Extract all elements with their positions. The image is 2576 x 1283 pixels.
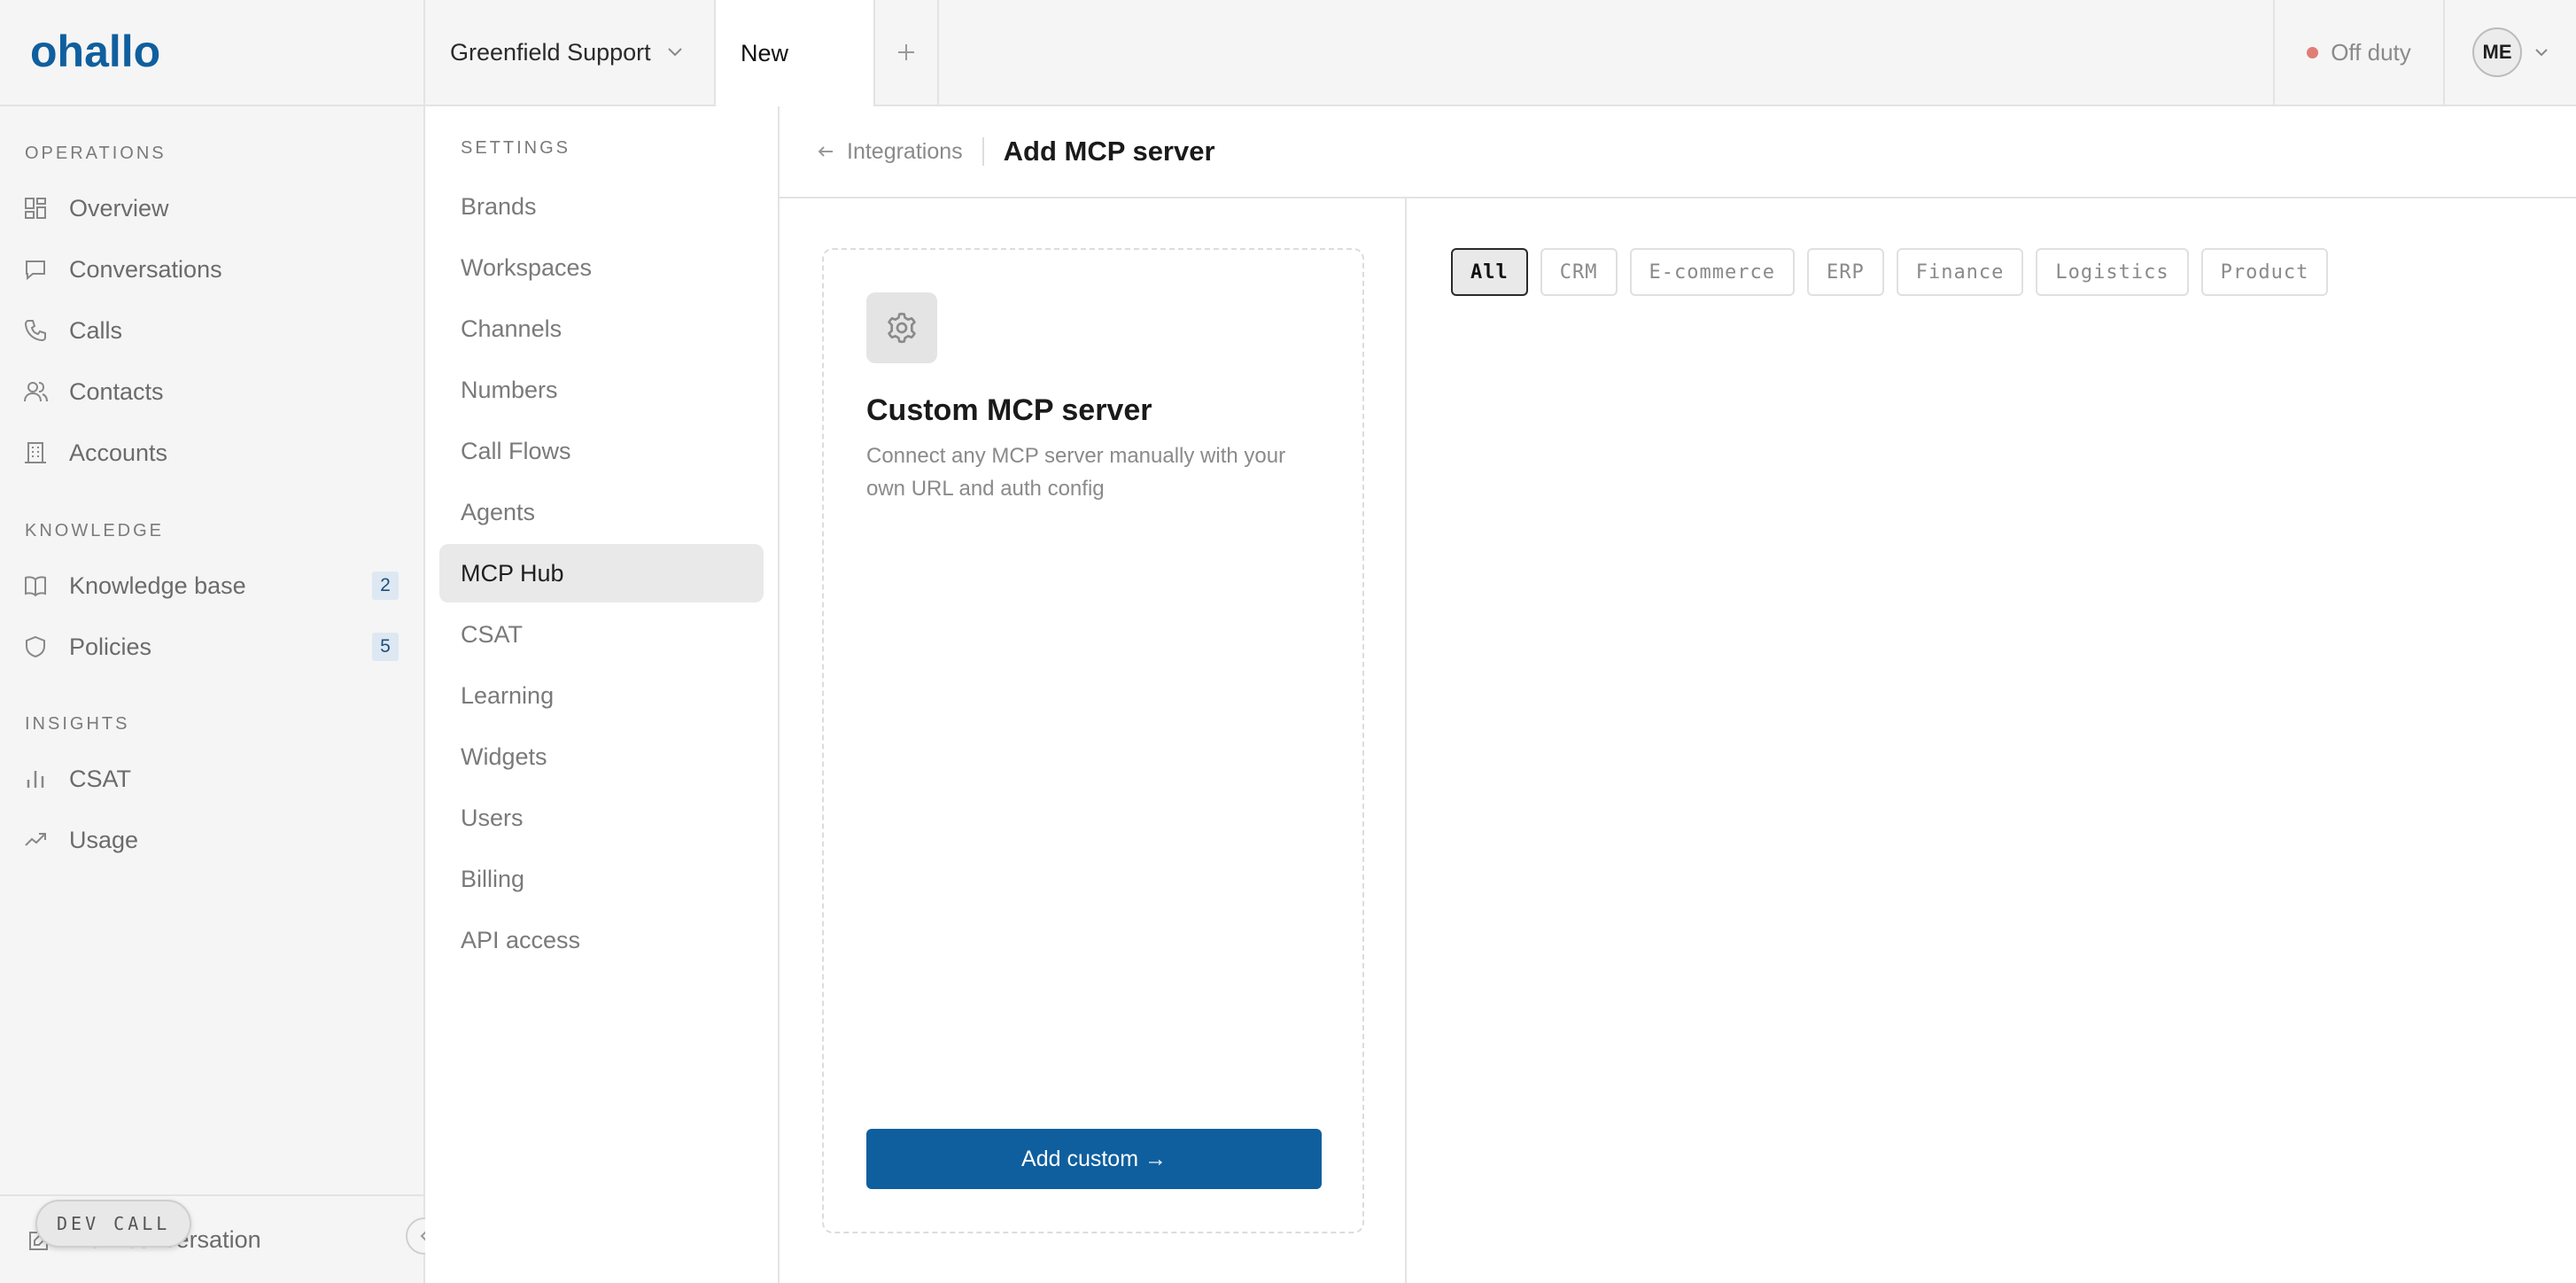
status-toggle[interactable]: Off duty [2273, 0, 2443, 105]
custom-server-pane: Custom MCP server Connect any MCP server… [780, 198, 1407, 1283]
settings-item-widgets[interactable]: Widgets [439, 727, 764, 786]
gear-icon [888, 312, 916, 344]
sidebar-item-usage[interactable]: Usage [0, 813, 423, 867]
filter-logistics[interactable]: Logistics [2036, 248, 2189, 296]
sidebar-footer: New conversation DEV CALL [0, 1194, 423, 1283]
book-icon [25, 576, 46, 597]
bar-chart-icon [27, 771, 44, 788]
settings-item-api-access[interactable]: API access [439, 911, 764, 969]
page-title: Add MCP server [1003, 136, 1215, 167]
filter-product[interactable]: Product [2200, 248, 2329, 296]
count-badge: 5 [372, 633, 399, 661]
sidebar-item-label: Overview [69, 194, 169, 222]
card-description: Connect any MCP server manually with you… [866, 444, 1286, 501]
custom-mcp-card: Custom MCP server Connect any MCP server… [822, 248, 1364, 1233]
avatar: ME [2472, 27, 2522, 77]
chevron-down-icon [667, 48, 682, 57]
breadcrumb-back-label: Integrations [847, 138, 963, 164]
filter-crm[interactable]: CRM [1540, 248, 1618, 296]
back-to-integrations-link[interactable]: Integrations [817, 139, 963, 165]
top-bar-spacer [939, 0, 2273, 105]
settings-item-numbers[interactable]: Numbers [439, 361, 764, 419]
settings-item-users[interactable]: Users [439, 789, 764, 847]
svg-text:ohallo: ohallo [30, 29, 160, 75]
chevron-down-icon [2535, 49, 2548, 57]
settings-item-brands[interactable]: Brands [439, 177, 764, 236]
sidebar-item-label: Policies [69, 633, 152, 660]
shield-icon [26, 635, 45, 658]
sidebar-item-label: Accounts [69, 439, 168, 466]
filter-ecommerce[interactable]: E-commerce [1629, 248, 1795, 296]
section-knowledge: KNOWLEDGE [25, 521, 165, 540]
section-operations: OPERATIONS [25, 144, 167, 163]
settings-item-learning[interactable]: Learning [439, 666, 764, 725]
filter-finance[interactable]: Finance [1896, 248, 2024, 296]
gear-icon-tile [866, 292, 937, 363]
status-dot-icon [2307, 46, 2319, 58]
sidebar-item-policies[interactable]: Policies 5 [0, 620, 423, 673]
settings-item-csat[interactable]: CSAT [439, 605, 764, 664]
sidebar-item-label: Knowledge base [69, 572, 246, 599]
sidebar-item-overview[interactable]: Overview [0, 182, 423, 235]
sidebar-item-contacts[interactable]: Contacts [0, 365, 423, 418]
workspace-name: Greenfield Support [450, 38, 651, 66]
main-content: Integrations Add MCP server Custom MCP s… [780, 106, 2576, 1283]
add-custom-button[interactable]: Add custom → [866, 1129, 1322, 1189]
dev-call-button[interactable]: DEV CALL [35, 1200, 192, 1248]
count-badge: 2 [372, 572, 399, 600]
settings-item-agents[interactable]: Agents [439, 483, 764, 541]
filter-erp[interactable]: ERP [1806, 248, 1884, 296]
user-menu[interactable]: ME [2443, 0, 2576, 105]
top-bar: ohallo Greenfield Support New Off duty M… [0, 0, 2576, 106]
card-title: Custom MCP server [866, 393, 1152, 427]
settings-nav: SETTINGS Brands Workspaces Channels Numb… [425, 106, 780, 1283]
sidebar-item-calls[interactable]: Calls [0, 304, 423, 357]
tab-new-label: New [741, 39, 789, 66]
section-insights: INSIGHTS [25, 714, 130, 734]
users-icon [24, 382, 48, 402]
sidebar-item-label: Usage [69, 826, 139, 853]
status-label: Off duty [2331, 38, 2411, 66]
workspace-selector[interactable]: Greenfield Support [425, 0, 716, 105]
trend-icon [25, 833, 46, 846]
brand-logo: ohallo [30, 29, 160, 75]
filter-all[interactable]: All [1451, 248, 1528, 296]
breadcrumb-divider [982, 137, 984, 166]
settings-title: SETTINGS [461, 138, 571, 158]
add-tab-button[interactable] [875, 0, 939, 105]
sidebar-item-label: CSAT [69, 765, 132, 792]
sidebar-item-label: Conversations [69, 255, 222, 283]
sidebar-item-knowledge-base[interactable]: Knowledge base 2 [0, 559, 423, 612]
settings-item-mcp-hub[interactable]: MCP Hub [439, 544, 764, 603]
breadcrumb: Integrations Add MCP server [780, 106, 2576, 198]
sidebar-item-label: Calls [69, 316, 123, 344]
settings-item-billing[interactable]: Billing [439, 850, 764, 908]
tab-new[interactable]: New [716, 0, 875, 106]
building-icon [25, 442, 46, 463]
sidebar-item-accounts[interactable]: Accounts [0, 426, 423, 479]
arrow-left-icon [818, 146, 833, 157]
category-filters: All CRM E-commerce ERP Finance Logistics… [1451, 248, 2329, 296]
sidebar: OPERATIONS Overview Conversations Calls … [0, 106, 425, 1283]
sidebar-item-label: Contacts [69, 377, 164, 405]
settings-item-channels[interactable]: Channels [439, 299, 764, 358]
logo[interactable]: ohallo [0, 0, 425, 105]
sidebar-item-csat[interactable]: CSAT [0, 752, 423, 805]
dashboard-icon [25, 198, 46, 219]
sidebar-item-conversations[interactable]: Conversations [0, 243, 423, 296]
phone-icon [24, 320, 46, 342]
chat-bubble-icon [26, 260, 45, 281]
plus-icon [898, 44, 914, 60]
settings-item-workspaces[interactable]: Workspaces [439, 238, 764, 297]
settings-item-call-flows[interactable]: Call Flows [439, 422, 764, 480]
